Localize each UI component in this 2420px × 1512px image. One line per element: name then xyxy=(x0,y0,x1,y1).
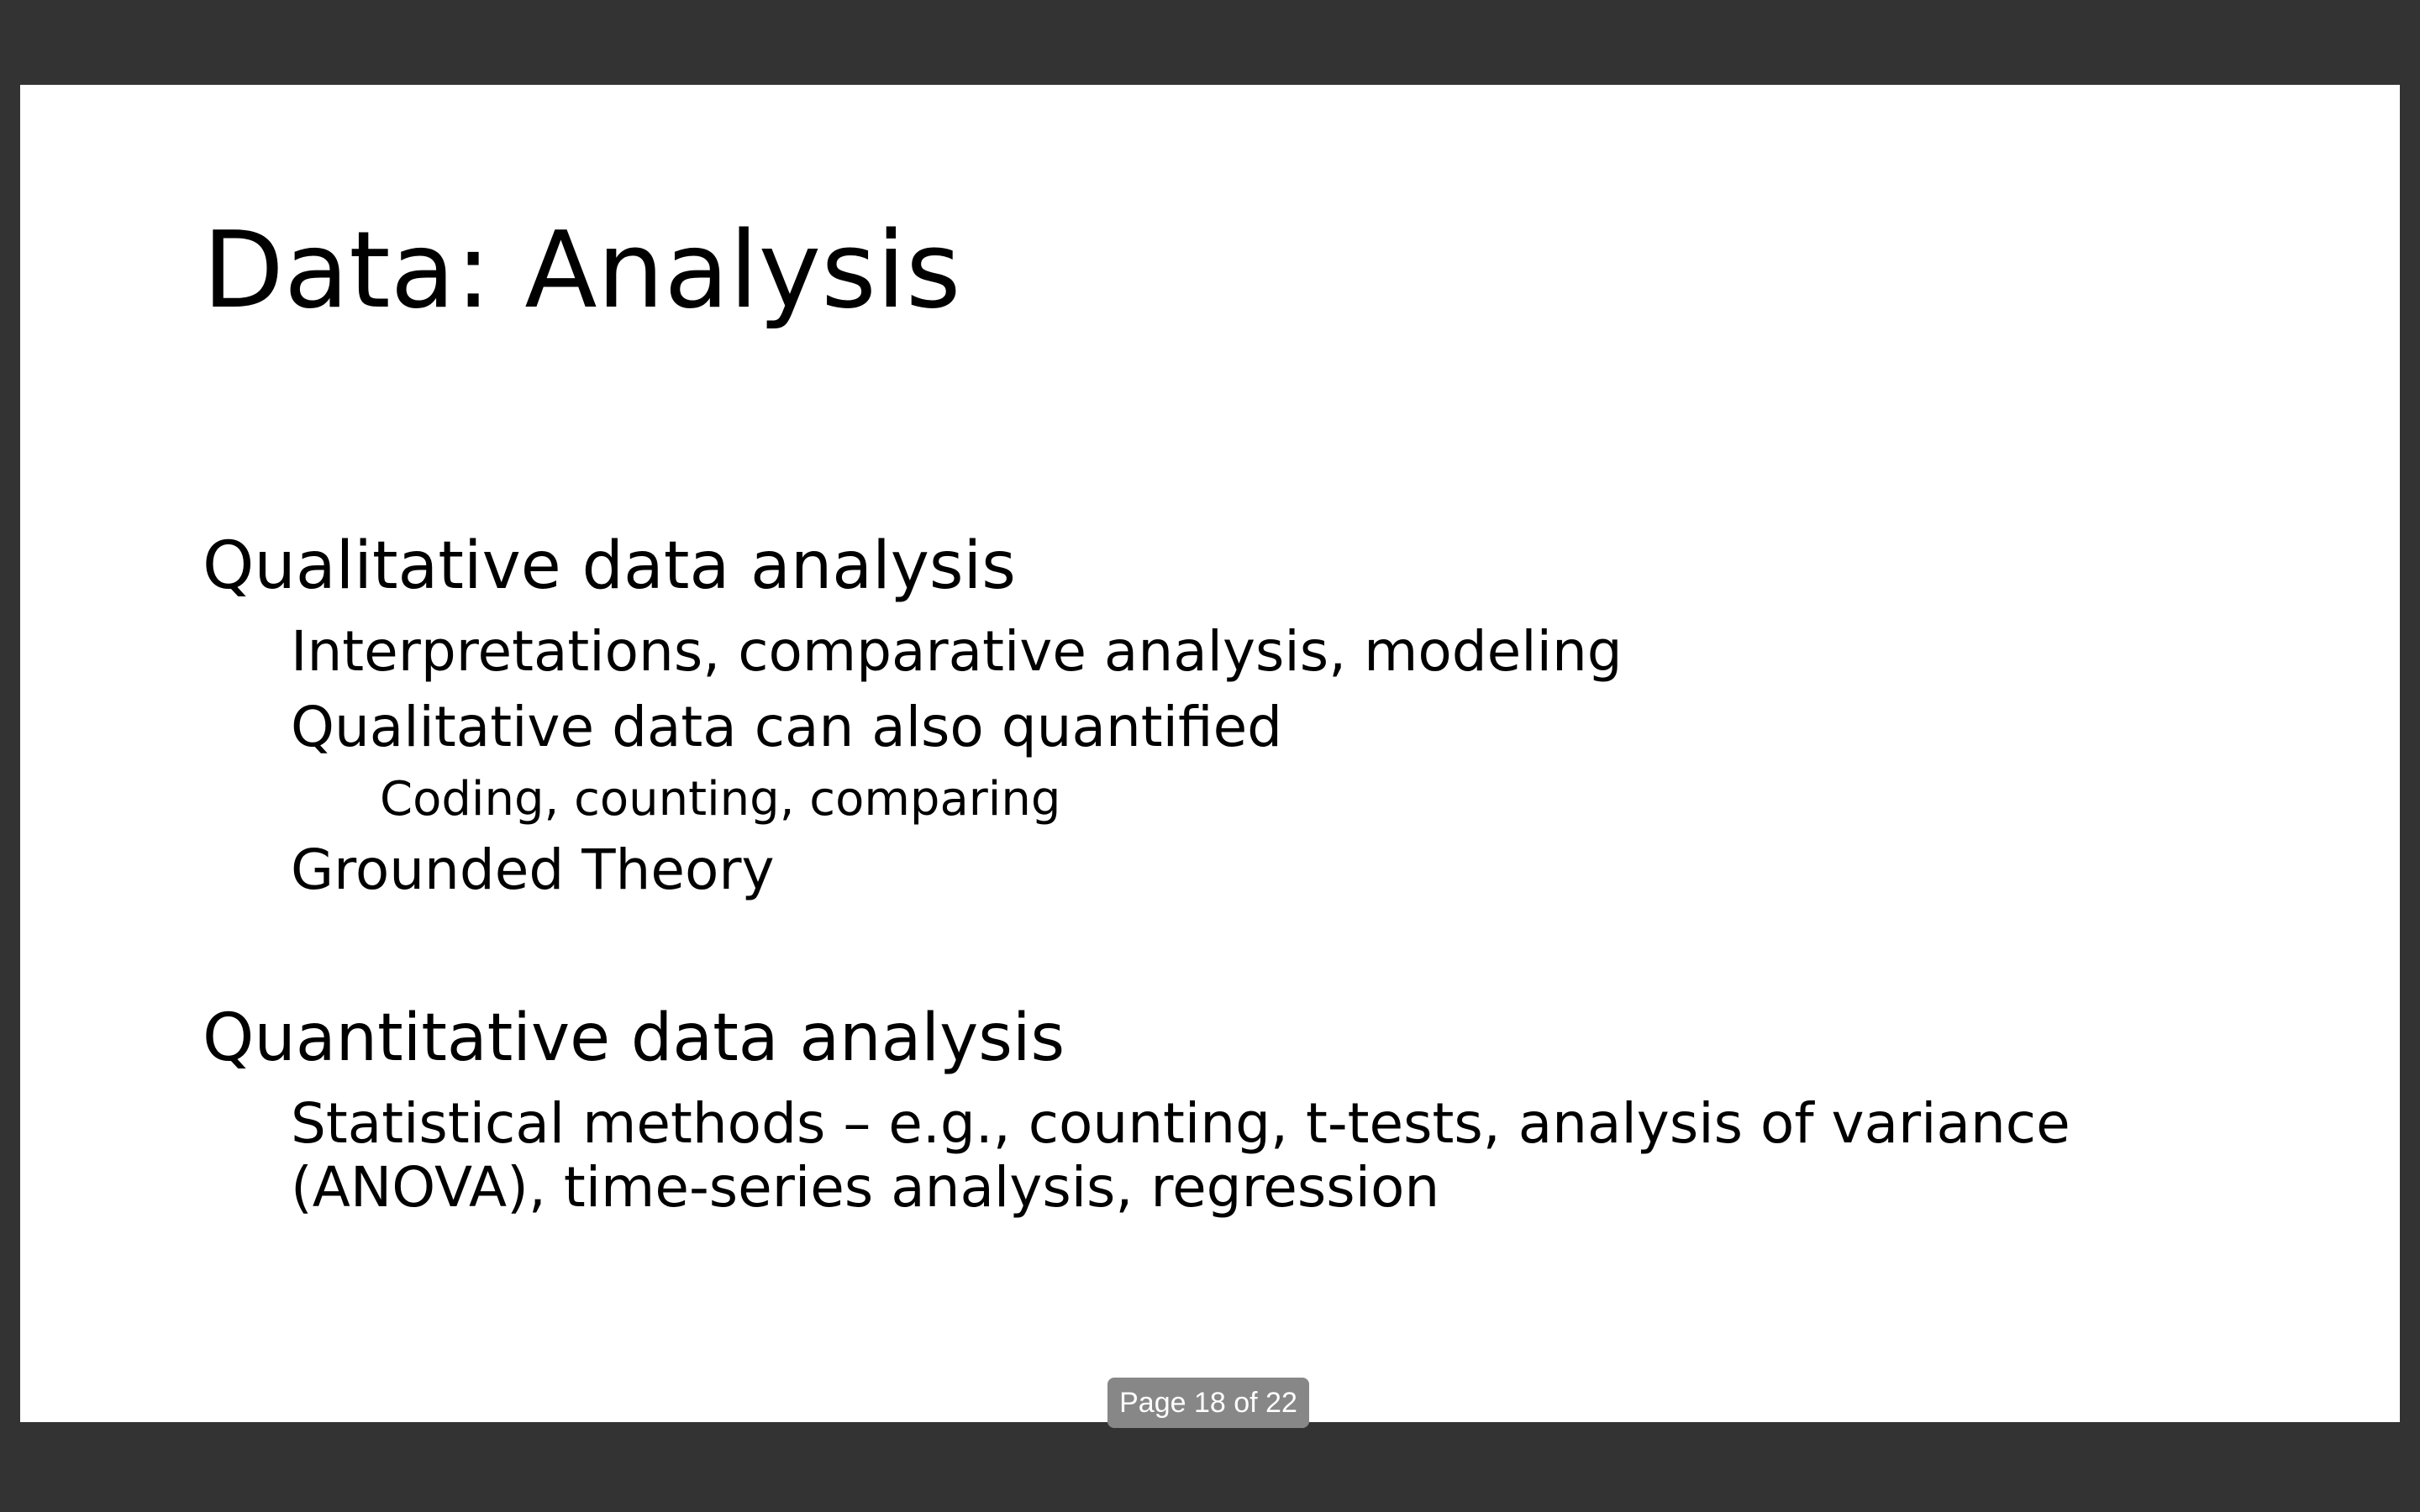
bullet-grounded-theory: Grounded Theory xyxy=(291,837,775,902)
bullet-qualitative-quantified: Qualitative data can also quantified xyxy=(291,695,1283,759)
section-heading-quantitative: Quantitative data analysis xyxy=(203,1000,1065,1076)
pdf-viewer: Data: Analysis Qualitative data analysis… xyxy=(0,0,2420,1512)
section-heading-qualitative: Qualitative data analysis xyxy=(203,528,1016,604)
page-indicator: Page 18 of 22 xyxy=(1107,1378,1309,1428)
slide-title: Data: Analysis xyxy=(203,208,961,332)
subbullet-coding: Coding, counting, comparing xyxy=(380,772,1061,827)
bullet-statistical-methods-line2: (ANOVA), time-series analysis, regressio… xyxy=(291,1155,1440,1220)
bullet-statistical-methods-line1: Statistical methods – e.g., counting, t-… xyxy=(291,1091,2070,1156)
slide-page: Data: Analysis Qualitative data analysis… xyxy=(20,85,2400,1422)
bullet-interpretations: Interpretations, comparative analysis, m… xyxy=(291,619,1623,684)
